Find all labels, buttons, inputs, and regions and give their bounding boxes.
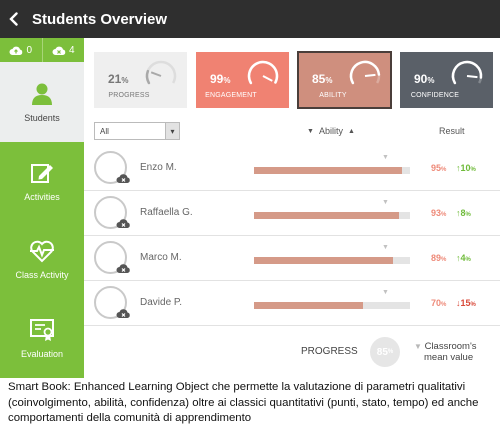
page-title: Students Overview [32,10,168,28]
student-name: Enzo M. [140,162,177,173]
sidebar: 0 4 Students Activities Class Activity E… [0,38,84,378]
list-item[interactable]: Raffaella G. ▼ 93% ↑8% [84,191,500,236]
filter-bar: All ▾ ▼ Ability ▲ Result [94,122,500,142]
gauge-icon [247,60,279,85]
sidebar-item-label: Students [24,113,60,123]
cloud-error-icon [116,264,130,273]
card-label: ENGAGEMENT [205,92,257,99]
heartbeat-icon [30,240,54,263]
gauge-icon [349,60,381,85]
class-mean-marker: ▼ [382,244,389,251]
card-progress[interactable]: 21% PROGRESS [94,52,187,108]
mean-marker-icon: ▼ [414,342,422,351]
ability-bar-fill [254,167,403,174]
cloud-error-icon [116,309,130,318]
student-score: 93% [431,208,447,218]
list-item[interactable]: Davide P. ▼ 70% ↓15% [84,281,500,326]
class-mean-marker: ▼ [382,154,389,161]
ability-bar-fill [254,257,393,264]
score-delta: ↑4% [456,253,471,263]
gauge-arc [349,60,381,85]
cloud-upload-status[interactable]: 0 [0,38,42,62]
sort-ability[interactable]: ▼ Ability ▲ [307,126,355,136]
card-value: 21% [108,72,129,86]
app-header: Students Overview [0,0,500,38]
sort-asc-icon[interactable]: ▲ [348,128,355,135]
sort-label: Ability [318,126,343,136]
gauge-arc [247,60,279,85]
card-confidence[interactable]: 90% CONFIDENCE [400,52,493,108]
ability-bar [254,257,410,264]
certificate-icon [30,319,54,341]
ability-bar [254,302,410,309]
group-select[interactable]: All ▾ [94,122,180,140]
main-panel: 21% PROGRESS 99% ENGAGEMENT 85% ABILITY … [84,38,500,378]
gauge-needle [364,73,376,77]
cloud-error-icon [52,46,66,55]
card-value: 99% [210,72,231,86]
sort-desc-icon[interactable]: ▼ [307,128,314,135]
sidebar-item-class-activity[interactable]: Class Activity [0,220,84,298]
select-value: All [100,126,109,136]
cloud-upload-icon [9,46,23,55]
result-header: Result [439,126,465,136]
ability-bar [254,167,410,174]
gauge-icon [451,60,483,85]
student-icon [32,83,52,105]
sidebar-item-evaluation[interactable]: Evaluation [0,298,84,378]
gauge-icon [145,60,177,85]
ability-bar [254,212,410,219]
gauge-needle [150,71,162,77]
list-item[interactable]: Enzo M. ▼ 95% ↑10% [84,146,500,191]
footer-progress-value: 85% [370,337,400,367]
footer-progress-label: PROGRESS [301,346,358,357]
sync-status-bar: 0 4 [0,38,84,62]
chevron-left-icon [9,12,18,26]
card-value: 85% [312,72,333,86]
sidebar-item-students[interactable]: Students [0,62,84,142]
back-button[interactable] [0,0,28,38]
sidebar-item-label: Activities [24,192,60,202]
metric-cards: 21% PROGRESS 99% ENGAGEMENT 85% ABILITY … [94,51,493,109]
card-label: PROGRESS [108,92,150,99]
card-engagement[interactable]: 99% ENGAGEMENT [196,52,289,108]
student-score: 89% [431,253,447,263]
student-score: 95% [431,163,447,173]
student-name: Marco M. [140,252,182,263]
card-label: ABILITY [319,92,347,99]
cloud-error-count: 4 [68,44,75,56]
student-name: Raffaella G. [140,207,193,218]
student-score: 70% [431,298,447,308]
gauge-arc [451,60,483,85]
caption: Smart Book: Enhanced Learning Object che… [8,381,479,424]
gauge-arc [145,69,151,85]
score-delta: ↓15% [456,298,476,308]
sidebar-item-label: Class Activity [15,270,69,280]
class-mean-legend: ▼ Classroom's mean value [414,341,477,363]
ability-bar-fill [254,302,364,309]
class-mean-marker: ▼ [382,199,389,206]
cloud-error-icon [116,219,130,228]
card-label: CONFIDENCE [410,92,460,99]
edit-icon [31,164,53,183]
card-value: 90% [414,72,435,86]
list-item[interactable]: Marco M. ▼ 89% ↑4% [84,236,500,281]
student-name: Davide P. [140,297,183,308]
score-delta: ↑8% [456,208,471,218]
chevron-down-icon[interactable]: ▾ [165,123,179,139]
cloud-error-status[interactable]: 4 [41,38,85,62]
cloud-error-icon [116,174,130,183]
gauge-needle [262,75,273,82]
class-mean-marker: ▼ [382,289,389,296]
gauge-needle [466,75,478,79]
students-list: Enzo M. ▼ 95% ↑10% Raffaella G. ▼ 93% ↑8… [84,146,500,326]
card-ability[interactable]: 85% ABILITY [297,51,392,109]
sidebar-item-activities[interactable]: Activities [0,142,84,220]
sidebar-item-label: Evaluation [20,349,64,359]
cloud-upload-count: 0 [26,44,33,56]
score-delta: ↑10% [456,163,476,173]
ability-bar-fill [254,212,400,219]
